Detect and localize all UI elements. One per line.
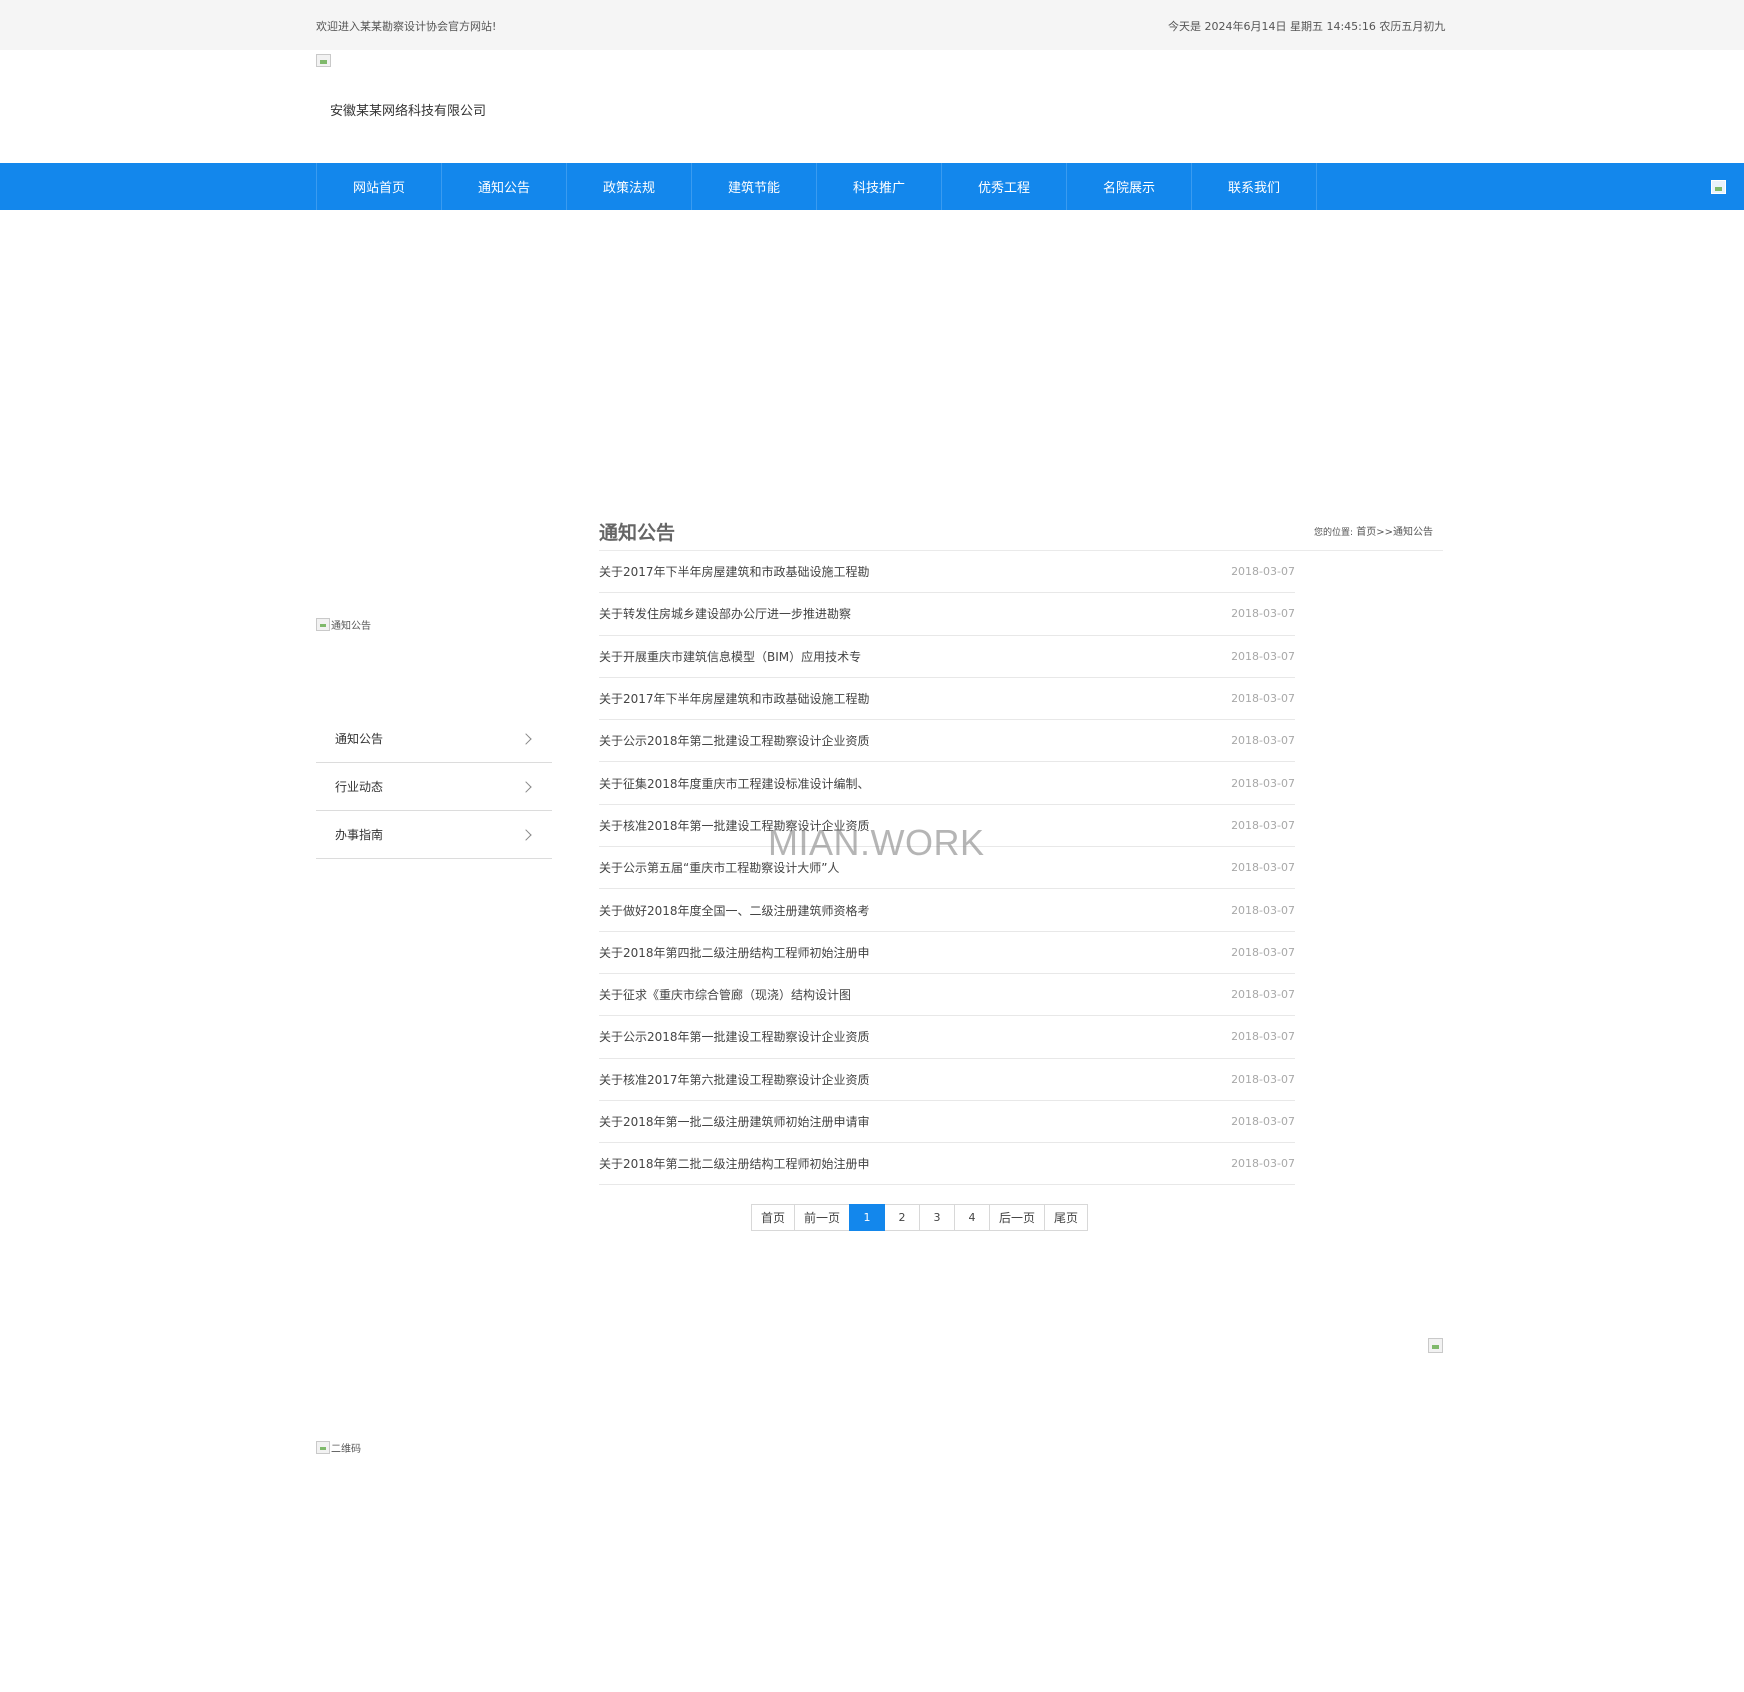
news-item[interactable]: 关于开展重庆市建筑信息模型（BIM）应用技术专 2018-03-07 <box>599 636 1295 678</box>
watermark: MIAN.WORK <box>768 822 985 863</box>
pager-page-2[interactable]: 2 <box>884 1204 921 1231</box>
pager-page-4[interactable]: 4 <box>954 1204 991 1231</box>
news-title[interactable]: 关于公示2018年第二批建设工程勘察设计企业资质 <box>599 732 870 749</box>
news-title[interactable]: 关于做好2018年度全国一、二级注册建筑师资格考 <box>599 902 870 919</box>
qrcode-alt: 二维码 <box>331 1444 361 1455</box>
company-name: 安徽某某网络科技有限公司 <box>330 104 487 119</box>
chevron-right-icon <box>520 732 532 745</box>
sidebar-item-guide[interactable]: 办事指南 <box>316 811 552 859</box>
news-date: 2018-03-07 <box>1231 565 1295 579</box>
broken-image-icon <box>316 618 330 631</box>
news-date: 2018-03-07 <box>1231 903 1295 917</box>
news-date: 2018-03-07 <box>1231 945 1295 959</box>
nav-item-notices[interactable]: 通知公告 <box>442 163 567 210</box>
news-title[interactable]: 关于2017年下半年房屋建筑和市政基础设施工程勘 <box>599 690 870 707</box>
chevron-right-icon <box>520 828 532 841</box>
news-item[interactable]: 关于公示2018年第一批建设工程勘察设计企业资质 2018-03-07 <box>599 1016 1295 1059</box>
pagination: 首页 前一页 1 2 3 4 后一页 尾页 <box>751 1204 1089 1231</box>
main-nav: 网站首页 通知公告 政策法规 建筑节能 科技推广 优秀工程 名院展示 联系我们 <box>0 163 1744 210</box>
news-list: 关于2017年下半年房屋建筑和市政基础设施工程勘 2018-03-07 关于转发住房… <box>599 551 1295 1186</box>
news-title[interactable]: 关于公示2018年第一批建设工程勘察设计企业资质 <box>599 1028 870 1045</box>
logo-image[interactable] <box>316 54 331 67</box>
news-title[interactable]: 关于转发住房城乡建设部办公厅进一步推进勘察 <box>599 605 851 622</box>
news-date: 2018-03-07 <box>1231 607 1295 621</box>
news-title[interactable]: 关于核准2017年第六批建设工程勘察设计企业资质 <box>599 1071 870 1088</box>
pager-page-1[interactable]: 1 <box>849 1204 886 1231</box>
news-item[interactable]: 关于2018年第一批二级注册建筑师初始注册申请审 2018-03-07 <box>599 1101 1295 1144</box>
broken-image-icon <box>316 1441 330 1454</box>
news-item[interactable]: 关于征求《重庆市综合管廊（现浇）结构设计图 2018-03-07 <box>599 974 1295 1017</box>
pager-next-button[interactable]: 后一页 <box>989 1204 1046 1231</box>
sidebar-item-label: 办事指南 <box>335 828 384 842</box>
top-bar: 欢迎进入某某勘察设计协会官方网站! 今天是 2024年6月14日 星期五 14:… <box>0 0 1744 50</box>
news-date: 2018-03-07 <box>1231 861 1295 875</box>
page-title: 通知公告 <box>599 522 676 544</box>
news-date: 2018-03-07 <box>1231 988 1295 1002</box>
news-item[interactable]: 关于2018年第四批二级注册结构工程师初始注册申 2018-03-07 <box>599 932 1295 974</box>
news-title[interactable]: 关于开展重庆市建筑信息模型（BIM）应用技术专 <box>599 648 861 665</box>
sidebar-item-industry-news[interactable]: 行业动态 <box>316 763 552 811</box>
nav-item-contact[interactable]: 联系我们 <box>1192 163 1317 210</box>
news-date: 2018-03-07 <box>1231 734 1295 748</box>
news-date: 2018-03-07 <box>1231 776 1295 790</box>
nav-corner-image[interactable] <box>1711 180 1726 194</box>
news-item[interactable]: 关于做好2018年度全国一、二级注册建筑师资格考 2018-03-07 <box>599 889 1295 932</box>
news-item[interactable]: 关于2017年下半年房屋建筑和市政基础设施工程勘 2018-03-07 <box>599 551 1295 594</box>
sidebar-menu: 通知公告 行业动态 办事指南 <box>316 715 552 859</box>
news-title[interactable]: 关于征求《重庆市综合管廊（现浇）结构设计图 <box>599 986 851 1003</box>
sidebar-item-notices[interactable]: 通知公告 <box>316 715 552 763</box>
qrcode-image: 二维码 <box>316 1440 361 1455</box>
news-item[interactable]: 关于转发住房城乡建设部办公厅进一步推进勘察 2018-03-07 <box>599 593 1295 636</box>
news-item[interactable]: 关于2017年下半年房屋建筑和市政基础设施工程勘 2018-03-07 <box>599 678 1295 721</box>
nav-item-energy-saving[interactable]: 建筑节能 <box>692 163 817 210</box>
welcome-text: 欢迎进入某某勘察设计协会官方网站! <box>316 20 497 33</box>
news-title[interactable]: 关于2017年下半年房屋建筑和市政基础设施工程勘 <box>599 563 870 580</box>
nav-item-home[interactable]: 网站首页 <box>317 163 442 210</box>
news-item[interactable]: 关于核准2017年第六批建设工程勘察设计企业资质 2018-03-07 <box>599 1059 1295 1101</box>
news-date: 2018-03-07 <box>1231 1072 1295 1086</box>
nav-item-excellent-projects[interactable]: 优秀工程 <box>942 163 1067 210</box>
pager-prev-button[interactable]: 前一页 <box>794 1204 851 1231</box>
breadcrumb: 您的位置: 首页>>通知公告 <box>1314 523 1433 538</box>
pager-first-button[interactable]: 首页 <box>751 1204 796 1231</box>
news-item[interactable]: 关于征集2018年度重庆市工程建设标准设计编制、 2018-03-07 <box>599 762 1295 805</box>
news-date: 2018-03-07 <box>1231 1115 1295 1128</box>
news-item[interactable]: 关于2018年第二批二级注册结构工程师初始注册申 2018-03-07 <box>599 1143 1295 1186</box>
sidebar-item-label: 通知公告 <box>335 732 384 746</box>
news-title[interactable]: 关于征集2018年度重庆市工程建设标准设计编制、 <box>599 775 870 792</box>
sidebar-item-label: 行业动态 <box>335 780 384 794</box>
news-date: 2018-03-07 <box>1231 1157 1295 1171</box>
date-time-text: 今天是 2024年6月14日 星期五 14:45:16 农历五月初九 <box>1168 20 1446 33</box>
news-title[interactable]: 关于2018年第四批二级注册结构工程师初始注册申 <box>599 944 870 961</box>
news-date: 2018-03-07 <box>1231 818 1295 832</box>
nav-item-policies[interactable]: 政策法规 <box>567 163 692 210</box>
news-title[interactable]: 关于2018年第一批二级注册建筑师初始注册申请审 <box>599 1113 870 1130</box>
news-item[interactable]: 关于公示2018年第二批建设工程勘察设计企业资质 2018-03-07 <box>599 720 1295 763</box>
nav-item-institutes[interactable]: 名院展示 <box>1067 163 1192 210</box>
sidebar-banner-image: 通知公告 <box>316 617 371 632</box>
breadcrumb-label: 您的位置: <box>1314 528 1354 538</box>
pager-page-3[interactable]: 3 <box>919 1204 956 1231</box>
sidebar-banner-alt: 通知公告 <box>331 621 371 632</box>
nav-item-tech-promotion[interactable]: 科技推广 <box>817 163 942 210</box>
breadcrumb-path[interactable]: 首页>>通知公告 <box>1356 527 1433 538</box>
news-date: 2018-03-07 <box>1231 692 1295 706</box>
footer-image <box>1428 1338 1443 1353</box>
pager-last-button[interactable]: 尾页 <box>1044 1204 1089 1231</box>
chevron-right-icon <box>520 780 532 793</box>
news-title[interactable]: 关于2018年第二批二级注册结构工程师初始注册申 <box>599 1155 870 1172</box>
news-date: 2018-03-07 <box>1231 649 1295 663</box>
news-date: 2018-03-07 <box>1231 1030 1295 1044</box>
